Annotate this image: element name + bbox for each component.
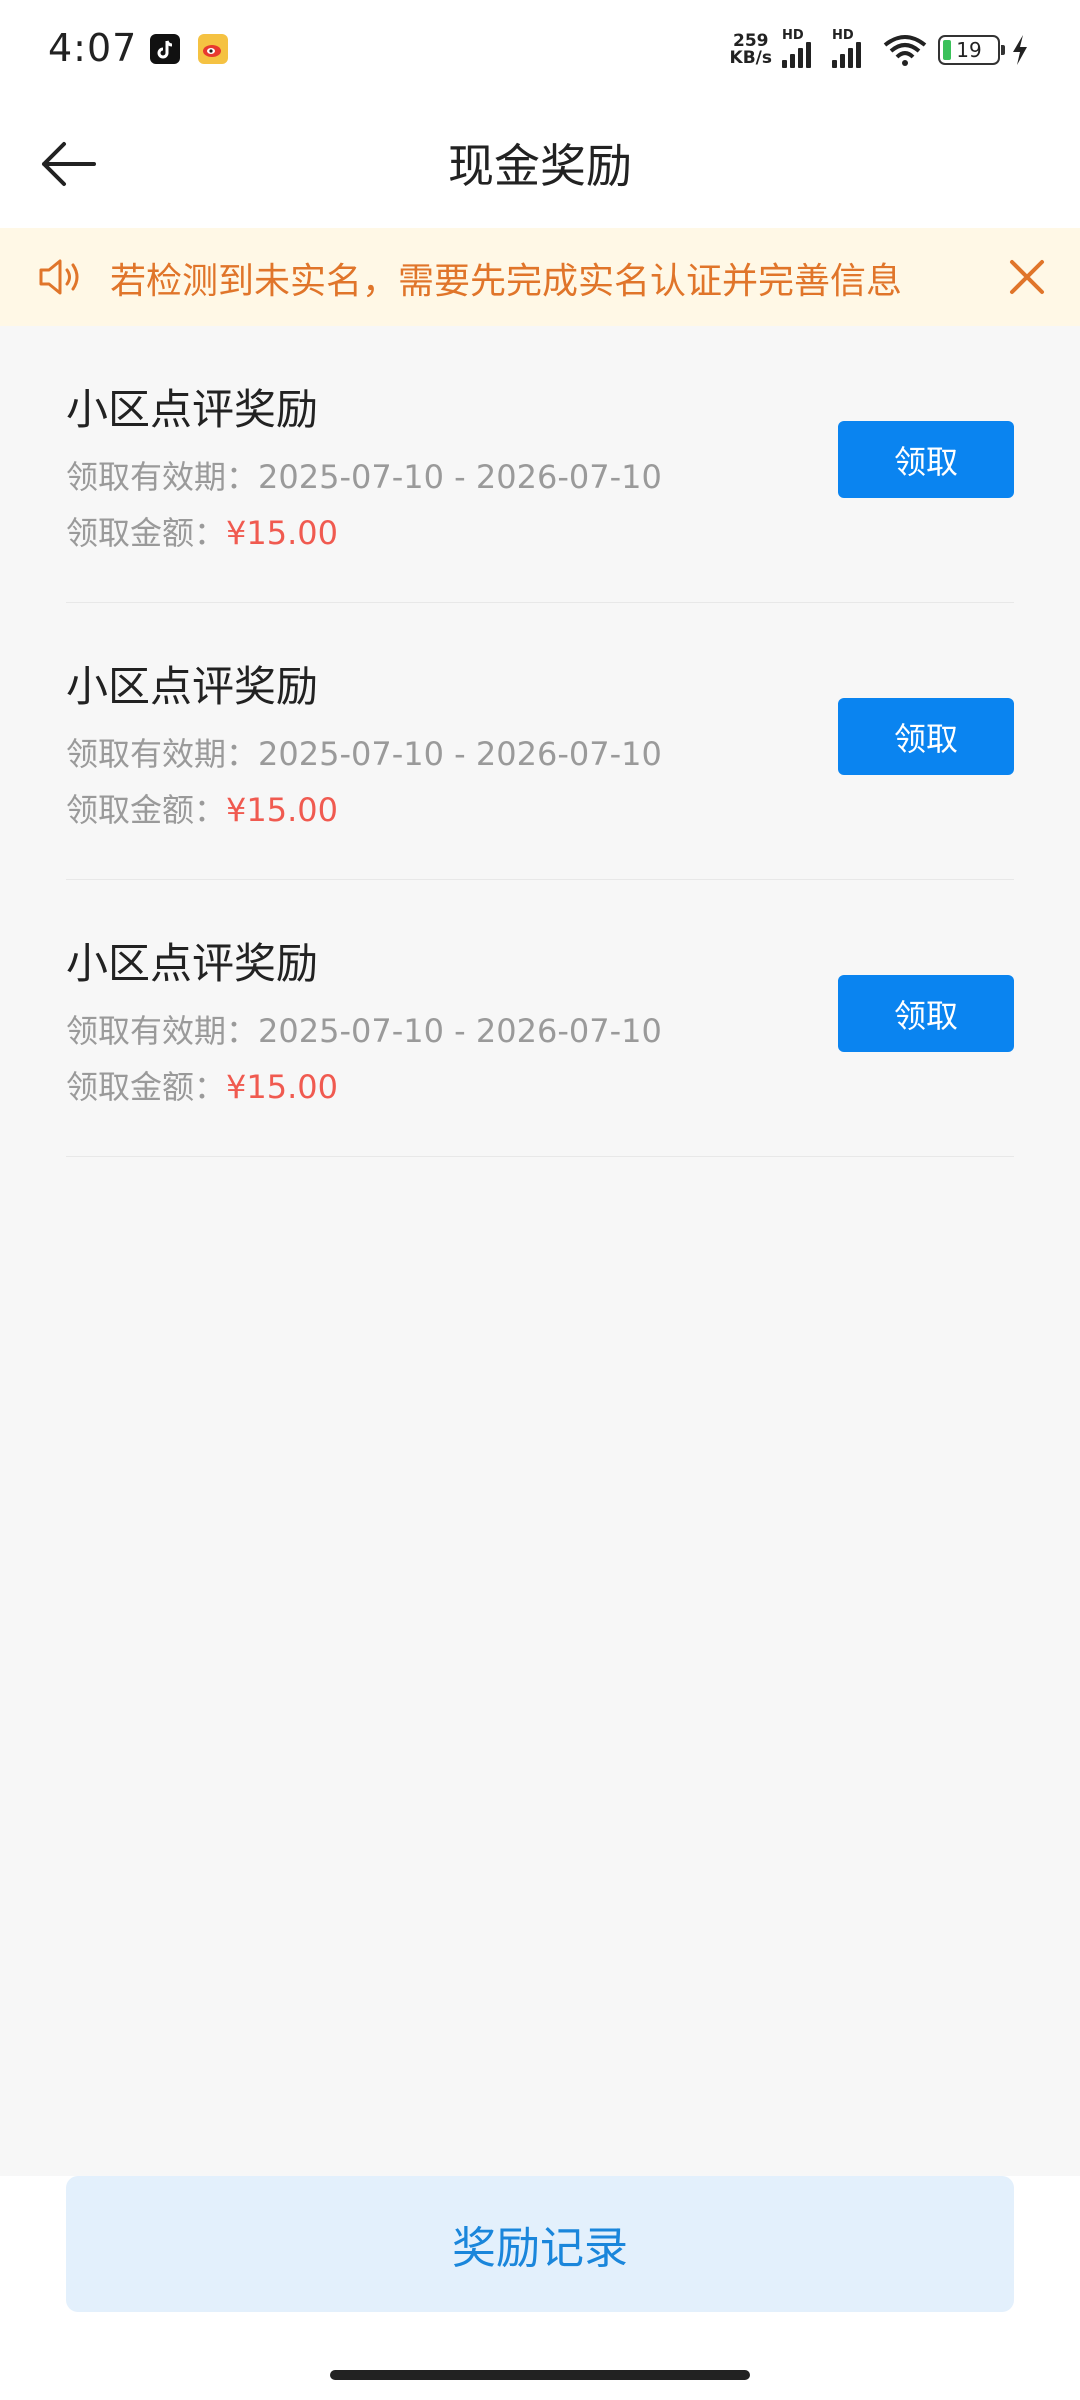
claim-button[interactable]: 领取 bbox=[838, 421, 1014, 498]
reward-amount: 领取金额：¥15.00 bbox=[66, 508, 338, 554]
battery-level: 19 bbox=[956, 38, 982, 62]
reward-list: 小区点评奖励 领取有效期：2025-07-10 - 2026-07-10 领取金… bbox=[0, 326, 1080, 1157]
claim-button[interactable]: 领取 bbox=[838, 975, 1014, 1052]
home-indicator[interactable] bbox=[330, 2370, 750, 2380]
reward-amount: 领取金额：¥15.00 bbox=[66, 785, 338, 831]
battery-icon: 19 bbox=[938, 35, 1005, 65]
status-time: 4:07 bbox=[48, 26, 138, 70]
status-indicators: 259 KB/s HD HD 19 bbox=[730, 28, 1030, 70]
signal-icon-2: HD bbox=[832, 28, 872, 68]
claim-button[interactable]: 领取 bbox=[838, 698, 1014, 775]
reward-title: 小区点评奖励 bbox=[66, 939, 319, 988]
amount-value: ¥15.00 bbox=[226, 791, 338, 829]
period-label: 领取有效期： bbox=[66, 458, 259, 496]
reward-title: 小区点评奖励 bbox=[66, 385, 319, 434]
bottom-bar: 奖励记录 bbox=[0, 2176, 1080, 2400]
reward-period: 领取有效期：2025-07-10 - 2026-07-10 bbox=[66, 1006, 662, 1052]
period-value: 2025-07-10 - 2026-07-10 bbox=[258, 1012, 662, 1050]
close-icon[interactable] bbox=[1004, 254, 1050, 300]
wifi-icon bbox=[883, 35, 927, 66]
tiktok-icon bbox=[150, 34, 180, 64]
weibo-icon bbox=[198, 34, 228, 64]
reward-period: 领取有效期：2025-07-10 - 2026-07-10 bbox=[66, 452, 662, 498]
period-value: 2025-07-10 - 2026-07-10 bbox=[258, 735, 662, 773]
signal-icon: HD bbox=[782, 28, 822, 68]
amount-value: ¥15.00 bbox=[226, 514, 338, 552]
page-title: 现金奖励 bbox=[448, 139, 632, 193]
network-speed: 259 KB/s bbox=[730, 33, 772, 67]
reward-title: 小区点评奖励 bbox=[66, 662, 319, 711]
sim1-hd-label: HD bbox=[782, 28, 804, 43]
notice-text: 若检测到未实名，需要先完成实名认证并完善信息 bbox=[110, 261, 903, 302]
reward-item: 小区点评奖励 领取有效期：2025-07-10 - 2026-07-10 领取金… bbox=[66, 326, 1014, 603]
amount-label: 领取金额： bbox=[66, 514, 227, 552]
header: 现金奖励 bbox=[0, 100, 1080, 228]
period-label: 领取有效期： bbox=[66, 735, 259, 773]
reward-records-button[interactable]: 奖励记录 bbox=[66, 2176, 1014, 2312]
period-label: 领取有效期： bbox=[66, 1012, 259, 1050]
sim2-hd-label: HD bbox=[832, 28, 854, 43]
amount-value: ¥15.00 bbox=[226, 1068, 338, 1106]
status-bar: 4:07 259 KB/s HD HD 19 bbox=[0, 0, 1080, 100]
notice-banner: 若检测到未实名，需要先完成实名认证并完善信息 bbox=[0, 228, 1080, 326]
network-speed-unit: KB/s bbox=[729, 48, 772, 68]
reward-item: 小区点评奖励 领取有效期：2025-07-10 - 2026-07-10 领取金… bbox=[66, 880, 1014, 1157]
reward-amount: 领取金额：¥15.00 bbox=[66, 1062, 338, 1108]
reward-period: 领取有效期：2025-07-10 - 2026-07-10 bbox=[66, 729, 662, 775]
period-value: 2025-07-10 - 2026-07-10 bbox=[258, 458, 662, 496]
amount-label: 领取金额： bbox=[66, 1068, 227, 1106]
amount-label: 领取金额： bbox=[66, 791, 227, 829]
speaker-icon bbox=[39, 259, 79, 295]
charging-icon bbox=[1013, 35, 1027, 65]
reward-item: 小区点评奖励 领取有效期：2025-07-10 - 2026-07-10 领取金… bbox=[66, 603, 1014, 880]
